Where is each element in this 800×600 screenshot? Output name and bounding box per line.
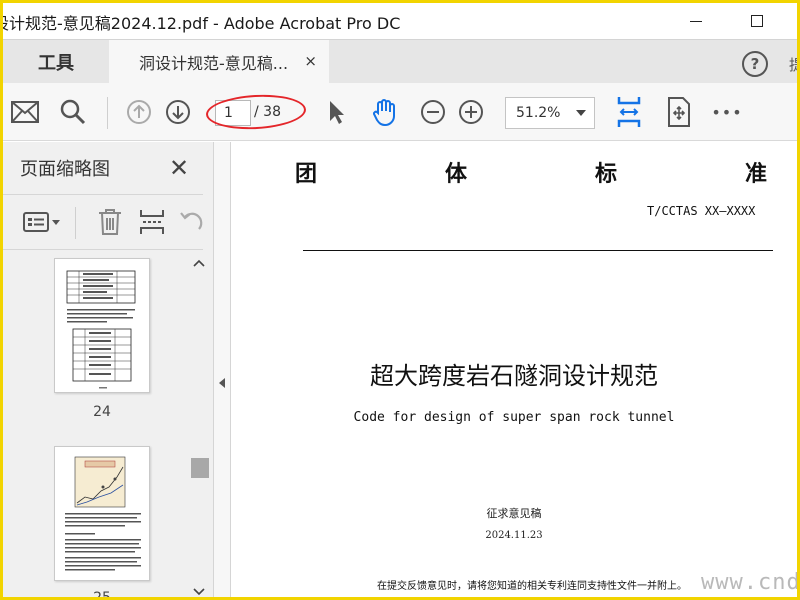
sign-in-partial[interactable]: 提 [789,54,797,75]
prev-page-button[interactable] [124,83,154,141]
standard-type-heading: 团 体 标 准 [295,156,767,188]
maximize-icon [751,15,763,27]
highlight-annotation [205,92,307,132]
document-view[interactable]: 团 体 标 准 T/CCTAS XX—XXXX 超大跨度岩石隧洞设计规范 Cod… [231,142,797,597]
acrobat-window: 设计规范-意见稿2024.12.pdf - Adobe Acrobat Pro … [3,3,797,597]
document-title-cn: 超大跨度岩石隧洞设计规范 [370,362,658,390]
scroll-down-icon[interactable] [193,585,205,597]
search-icon [60,99,86,125]
standard-code: T/CCTAS XX—XXXX [647,204,756,218]
document-date: 2024.11.23 [485,530,543,541]
hand-tool-button[interactable] [367,83,403,141]
fit-page-icon [617,97,641,127]
page-thumbnail-25[interactable] [54,446,150,581]
header-rule [303,250,773,251]
rotate-view-button[interactable] [663,83,695,141]
thumbnail-options-button[interactable] [23,207,61,237]
next-page-icon [166,100,190,124]
undo-button[interactable] [179,207,203,237]
pane-toolbar-divider [75,207,76,239]
tab-tools[interactable]: 工具 [3,40,109,84]
chevron-left-icon [219,378,225,388]
zoom-in-button[interactable] [456,83,486,141]
site-watermark: www.cndao.com [701,570,797,595]
pane-title: 页面缩略图 [20,159,110,180]
main-toolbar: 1 / 38 51.2% ••• [3,83,797,141]
more-button[interactable]: ••• [709,83,745,141]
search-button[interactable] [55,83,91,141]
delete-page-icon [99,209,121,235]
thumbnail-label: 25 [54,590,150,597]
chevron-down-icon [576,110,586,116]
rotate-view-icon [668,97,690,127]
prev-page-icon [127,100,151,124]
feedback-note: 在提交反馈意见时，请将您知道的相关专利连同支持性文件一并附上。 [377,581,687,592]
hand-tool-icon [373,99,395,127]
heading-char: 团 [295,162,318,187]
zoom-out-icon [421,100,445,124]
zoom-value: 51.2% [516,105,561,121]
insert-page-icon [140,210,164,234]
maximize-button[interactable] [734,3,780,39]
thumbnail-toolbar [3,194,203,250]
tab-bar: 工具 洞设计规范-意见稿... × ? 提 [3,39,797,84]
tab-document-label: 洞设计规范-意见稿... [139,54,289,73]
thumbnail-label: 24 [93,404,111,420]
title-bar: 设计规范-意见稿2024.12.pdf - Adobe Acrobat Pro … [3,3,797,39]
undo-icon [180,212,203,230]
heading-char: 标 [594,162,617,187]
zoom-out-button[interactable] [418,83,448,141]
fit-page-button[interactable] [613,83,645,141]
mail-button[interactable] [7,83,43,141]
draft-label: 征求意见稿 [486,507,542,520]
document-title-en: Code for design of super span rock tunne… [353,410,675,425]
heading-char: 体 [444,162,467,187]
mail-icon [11,101,39,123]
zoom-in-icon [459,100,483,124]
help-button[interactable]: ? [742,51,768,77]
thumbnail-list[interactable]: 24 25 [3,252,189,597]
thumbnail-options-icon [23,212,60,232]
page-preview [66,270,136,389]
scroll-up-icon[interactable] [193,256,205,270]
zoom-select[interactable]: 51.2% [505,97,595,129]
heading-char: 准 [744,162,767,187]
close-tab-icon[interactable]: × [304,52,317,70]
toolbar-divider [107,97,108,129]
close-pane-icon[interactable]: ✕ [169,154,189,182]
minimize-button[interactable] [673,3,719,39]
select-tool-button[interactable] [321,83,351,141]
insert-page-button[interactable] [139,207,165,237]
page-thumbnail-24[interactable] [54,258,150,393]
page-preview [65,456,141,571]
page-thumbnails-pane: 页面缩略图 ✕ 24 [3,142,214,597]
select-arrow-icon [330,101,344,124]
scrollbar-thumb[interactable] [191,458,209,478]
collapse-pane-button[interactable] [214,142,231,597]
thumbnail-scrollbar[interactable] [189,252,211,597]
minimize-icon [690,20,702,22]
next-page-button[interactable] [163,83,193,141]
window-title: 设计规范-意见稿2024.12.pdf - Adobe Acrobat Pro … [3,14,401,33]
delete-page-button[interactable] [97,207,123,237]
tab-document[interactable]: 洞设计规范-意见稿... × [109,40,329,84]
